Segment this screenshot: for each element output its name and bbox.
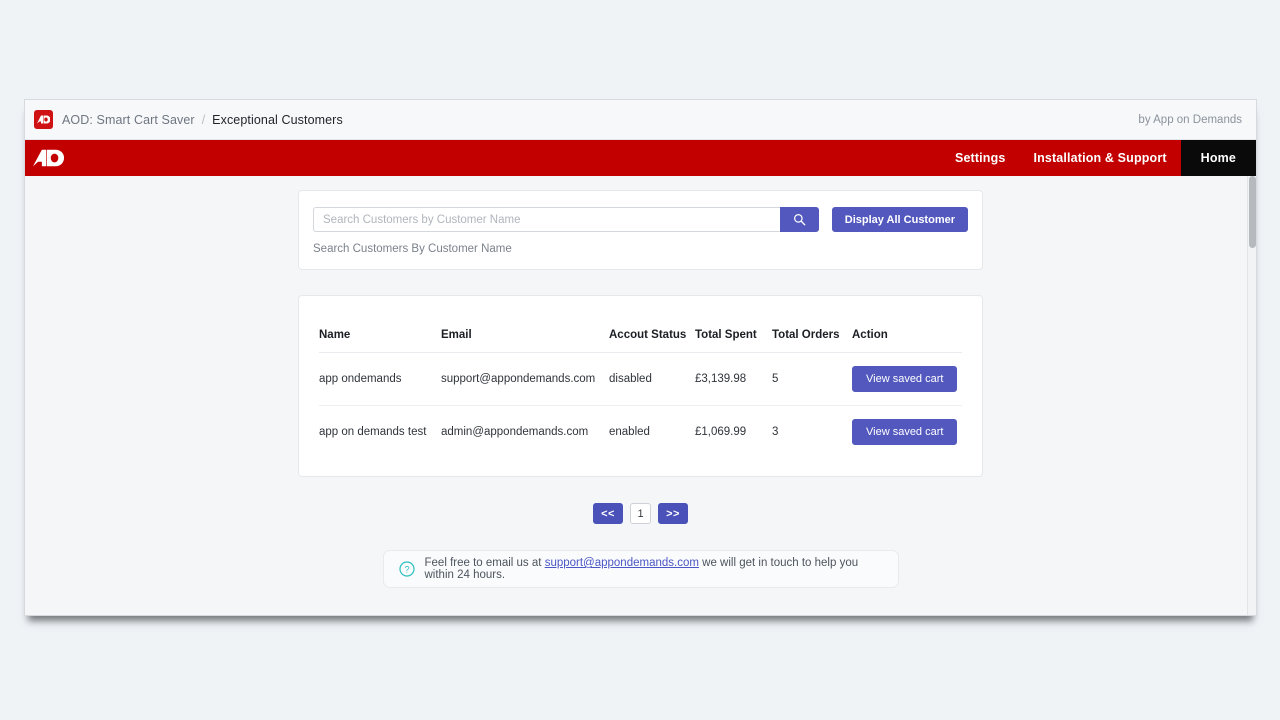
navbar-logo[interactable] — [25, 140, 185, 176]
customers-table-card: Name Email Accout Status Total Spent Tot… — [298, 295, 983, 477]
support-email-link[interactable]: support@appondemands.com — [545, 557, 699, 569]
page-body: Display All Customer Search Customers By… — [25, 176, 1256, 615]
view-saved-cart-button[interactable]: View saved cart — [852, 418, 958, 445]
vertical-scrollbar[interactable] — [1247, 176, 1256, 615]
svg-text:?: ? — [404, 564, 409, 574]
column-header-name: Name — [319, 296, 441, 353]
pagination: << 1 >> — [298, 503, 983, 524]
column-header-total-orders: Total Orders — [772, 296, 852, 353]
display-all-customer-button[interactable]: Display All Customer — [831, 207, 968, 232]
breadcrumb: AOD: Smart Cart Saver / Exceptional Cust… — [25, 100, 1256, 140]
cell-total-orders: 3 — [772, 425, 779, 438]
cell-name: app ondemands — [319, 352, 441, 406]
table-header-row: Name Email Accout Status Total Spent Tot… — [319, 296, 962, 353]
column-header-action: Action — [852, 296, 962, 353]
breadcrumb-page-title: Exceptional Customers — [212, 112, 343, 127]
cell-action: View saved cart — [852, 405, 962, 458]
pagination-prev-button[interactable]: << — [593, 503, 623, 524]
cell-name: app on demands test — [319, 425, 427, 438]
pagination-next-button[interactable]: >> — [658, 503, 688, 524]
breadcrumb-separator: / — [201, 112, 206, 127]
cell-email: admin@appondemands.com — [441, 425, 589, 438]
search-icon — [793, 214, 806, 226]
search-card: Display All Customer Search Customers By… — [298, 190, 983, 270]
cell-action: View saved cart — [852, 352, 962, 406]
table-row: app ondemands support@appondemands.com d… — [319, 352, 962, 406]
support-text-before: Feel free to email us at — [424, 557, 542, 569]
navbar-links: Settings Installation & Support Home — [941, 140, 1256, 176]
search-row: Display All Customer — [313, 207, 968, 232]
ad-logo-icon — [37, 115, 50, 124]
nav-item-home[interactable]: Home — [1180, 140, 1256, 176]
breadcrumb-app-name[interactable]: AOD: Smart Cart Saver — [62, 113, 195, 127]
view-saved-cart-button[interactable]: View saved cart — [852, 365, 958, 392]
nav-item-installation-support[interactable]: Installation & Support — [1019, 140, 1180, 176]
customers-table: Name Email Accout Status Total Spent Tot… — [319, 296, 962, 458]
cell-status: disabled — [609, 352, 695, 406]
support-note-text: Feel free to email us at support@apponde… — [425, 557, 883, 581]
scrollbar-thumb[interactable] — [1249, 176, 1256, 248]
search-helper-text: Search Customers By Customer Name — [313, 243, 512, 255]
nav-item-settings[interactable]: Settings — [941, 140, 1020, 176]
cell-total-spent: £3,139.98 — [695, 352, 772, 406]
browser-window: AOD: Smart Cart Saver / Exceptional Cust… — [24, 99, 1257, 616]
column-header-email: Email — [441, 296, 609, 353]
main-navbar: Settings Installation & Support Home — [25, 140, 1256, 176]
table-row: app on demands test admin@appondemands.c… — [319, 405, 962, 458]
question-circle-icon: ? — [398, 561, 415, 577]
cell-status: enabled — [609, 425, 650, 438]
content-container: Display All Customer Search Customers By… — [298, 176, 983, 588]
search-submit-button[interactable] — [779, 207, 819, 232]
cell-total-spent: £1,069.99 — [695, 425, 747, 438]
cell-total-orders: 5 — [772, 352, 852, 406]
search-input[interactable] — [313, 207, 780, 232]
column-header-total-spent: Total Spent — [695, 296, 772, 353]
pagination-page-1[interactable]: 1 — [630, 503, 651, 524]
table-head: Name Email Accout Status Total Spent Tot… — [319, 296, 962, 353]
attribution-label: by App on Demands — [1138, 113, 1242, 126]
ad-logo-icon — [33, 149, 65, 167]
support-note: ? Feel free to email us at support@appon… — [382, 550, 899, 588]
column-header-status: Accout Status — [609, 296, 695, 353]
app-logo-badge — [34, 110, 53, 129]
cell-email: support@appondemands.com — [441, 352, 609, 406]
table-body: app ondemands support@appondemands.com d… — [319, 352, 962, 458]
